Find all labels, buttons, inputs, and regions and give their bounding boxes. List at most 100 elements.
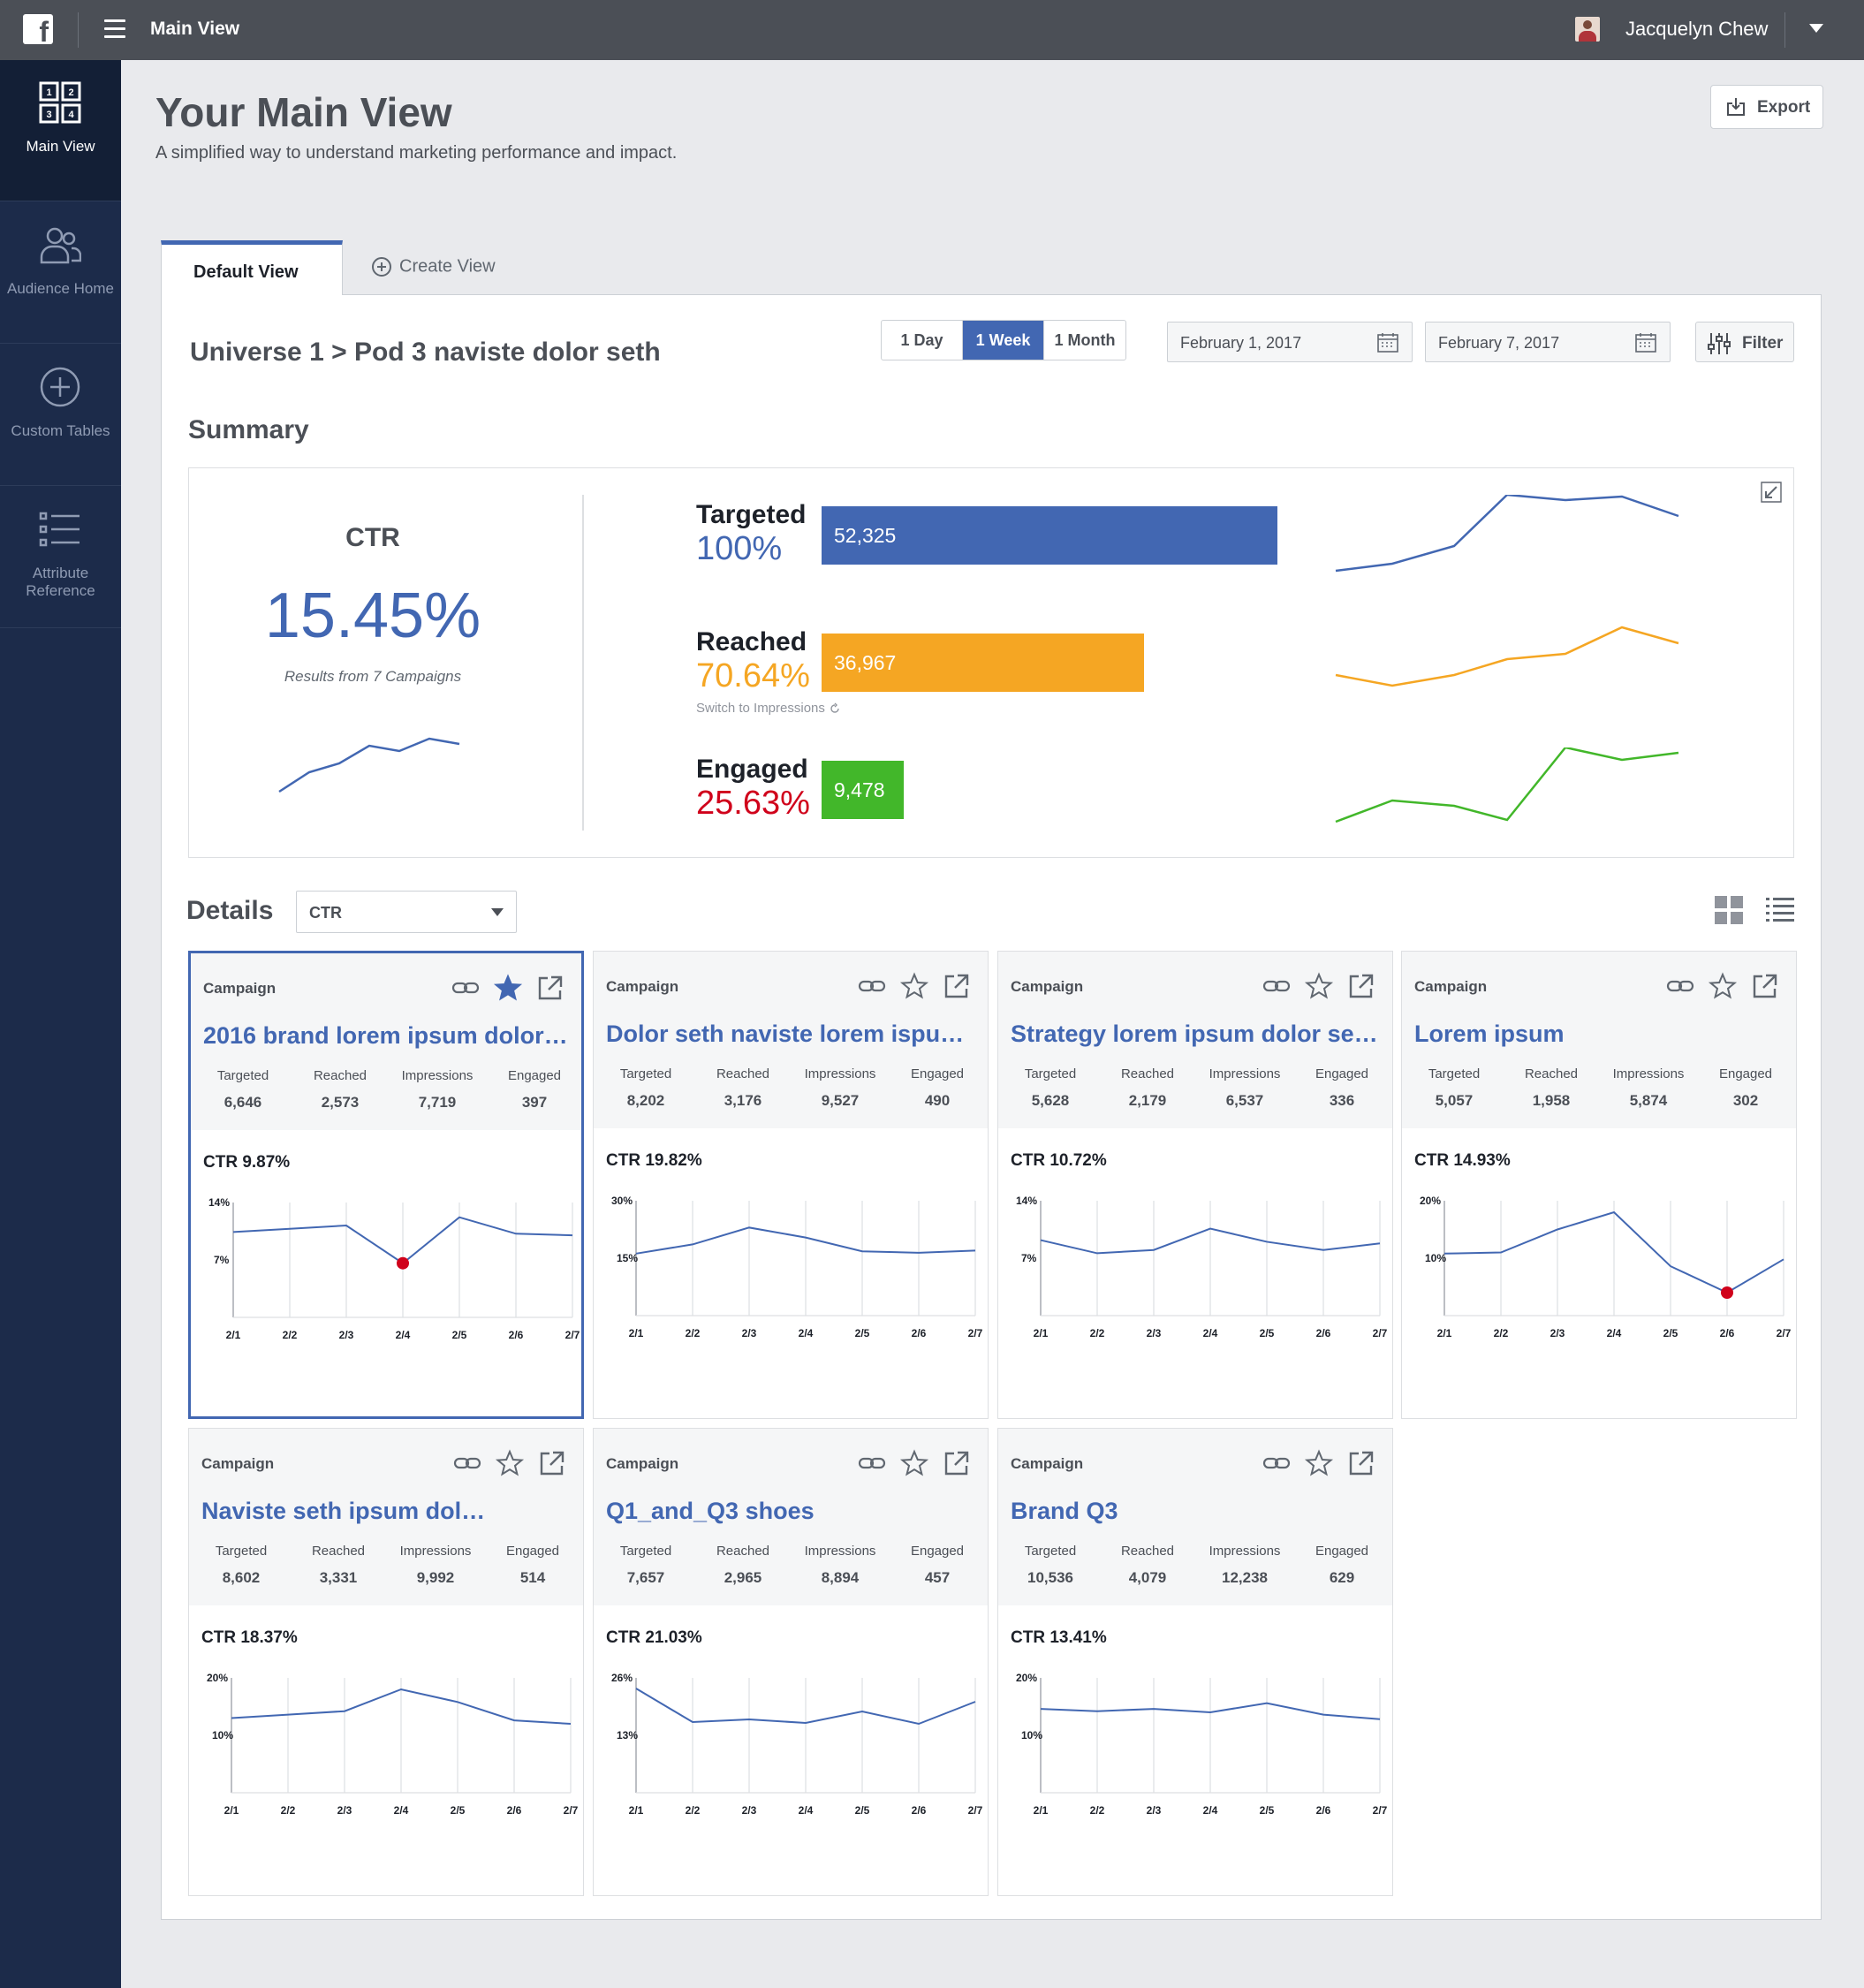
star-icon[interactable] (1304, 971, 1334, 1001)
user-menu-caret-icon[interactable] (1809, 24, 1823, 33)
campaign-card[interactable]: Campaign Dolor seth naviste lorem ispu… (593, 951, 989, 1419)
campaign-title[interactable]: Lorem ipsum (1414, 1021, 1785, 1048)
x-tick-label: 2/6 (1316, 1804, 1331, 1817)
y-tick-label: 26% (611, 1672, 633, 1684)
campaign-stat-impressions: Impressions 6,537 (1196, 1066, 1293, 1110)
campaign-title[interactable]: Brand Q3 (1011, 1498, 1382, 1525)
switch-to-impressions-link[interactable]: Switch to Impressions (696, 701, 841, 716)
x-tick-label: 2/7 (968, 1327, 983, 1339)
campaign-ctr: CTR 9.87% (203, 1153, 291, 1172)
campaign-title[interactable]: Dolor seth naviste lorem ispu… (606, 1021, 977, 1048)
star-filled-icon[interactable] (493, 973, 523, 1003)
open-external-icon[interactable] (535, 973, 565, 1003)
list-view-icon[interactable] (1766, 896, 1794, 924)
campaign-title[interactable]: 2016 brand lorem ipsum dolor… (203, 1022, 574, 1050)
campaign-card[interactable]: Campaign Lorem ipsum Targeted 5,057 Reac… (1401, 951, 1797, 1419)
link-icon[interactable] (1262, 971, 1292, 1001)
x-tick-label: 2/1 (224, 1804, 239, 1817)
x-tick-label: 2/7 (1373, 1327, 1388, 1339)
stat-value: 6,537 (1225, 1092, 1264, 1109)
calendar-icon[interactable] (1634, 331, 1657, 354)
metric-select[interactable]: CTR (296, 891, 517, 933)
user-name[interactable]: Jacquelyn Chew (1625, 18, 1768, 41)
link-icon[interactable] (1262, 1448, 1292, 1478)
topbar-divider (78, 12, 79, 48)
stat-value: 302 (1732, 1092, 1759, 1109)
star-icon[interactable] (1304, 1448, 1334, 1478)
range-1-week[interactable]: 1 Week (963, 321, 1044, 360)
x-tick-label: 2/4 (1203, 1327, 1218, 1339)
campaign-title[interactable]: Naviste seth ipsum dol… (201, 1498, 572, 1525)
page-subtitle: A simplified way to understand marketing… (155, 143, 678, 163)
x-tick-label: 2/1 (629, 1804, 644, 1817)
grid-view-icon[interactable] (1715, 896, 1743, 924)
star-icon[interactable] (899, 971, 929, 1001)
campaign-stat-engaged: Engaged 514 (484, 1544, 581, 1587)
export-button[interactable]: Export (1710, 85, 1823, 129)
x-tick-label: 2/7 (1373, 1804, 1388, 1817)
campaign-card[interactable]: Campaign Strategy lorem ipsum dolor se… (997, 951, 1393, 1419)
x-tick-label: 2/6 (507, 1804, 522, 1817)
campaign-card[interactable]: Campaign Q1_and_Q3 shoes Targeted 7,657 … (593, 1428, 989, 1896)
tab-create-view[interactable]: Create View (371, 256, 496, 277)
open-external-icon[interactable] (1346, 1448, 1376, 1478)
end-date-field[interactable]: February 7, 2017 (1425, 322, 1671, 362)
link-icon[interactable] (452, 1448, 482, 1478)
range-1-month[interactable]: 1 Month (1044, 321, 1125, 360)
avatar[interactable] (1575, 17, 1600, 42)
open-external-icon[interactable] (1750, 971, 1780, 1001)
start-date-field[interactable]: February 1, 2017 (1167, 322, 1413, 362)
star-icon[interactable] (899, 1448, 929, 1478)
x-tick-label: 2/4 (1607, 1327, 1622, 1339)
svg-text:1: 1 (46, 87, 51, 98)
campaign-card[interactable]: Campaign 2016 brand lorem ipsum dolor… T… (188, 951, 584, 1419)
stat-label: Reached (716, 1544, 770, 1559)
metric-reached-percent: 70.64% (696, 657, 810, 694)
stat-value: 397 (521, 1094, 548, 1111)
open-external-icon[interactable] (1346, 971, 1376, 1001)
campaign-card[interactable]: Campaign Naviste seth ipsum dol… Targete… (188, 1428, 584, 1896)
open-external-icon[interactable] (942, 971, 972, 1001)
stat-label: Impressions (399, 1544, 472, 1559)
link-icon[interactable] (1665, 971, 1695, 1001)
export-label: Export (1757, 98, 1811, 117)
range-1-day[interactable]: 1 Day (882, 321, 963, 360)
sidebar-item-custom-tables[interactable]: Custom Tables (0, 345, 121, 486)
campaign-stat-reached: Reached 3,176 (694, 1066, 792, 1110)
sidebar-item-label: Attribute Reference (26, 565, 95, 599)
x-tick-label: 2/6 (509, 1329, 524, 1341)
sidebar-item-label: Main View (26, 138, 95, 155)
stat-label: Targeted (1024, 1544, 1077, 1559)
star-icon[interactable] (1708, 971, 1738, 1001)
y-tick-label: 7% (214, 1254, 230, 1266)
campaign-caption: Campaign (606, 1455, 679, 1472)
tab-default-view[interactable]: Default View (161, 240, 343, 295)
link-icon[interactable] (857, 1448, 887, 1478)
expand-icon[interactable] (1760, 481, 1783, 504)
sidebar-item-audience-home[interactable]: Audience Home (0, 202, 121, 344)
stat-label: Impressions (1209, 1544, 1281, 1559)
campaign-card[interactable]: Campaign Brand Q3 Targeted 10,536 Reache… (997, 1428, 1393, 1896)
campaign-title[interactable]: Strategy lorem ipsum dolor se… (1011, 1021, 1382, 1048)
x-tick-label: 2/4 (799, 1327, 814, 1339)
campaign-caption: Campaign (1011, 1455, 1084, 1472)
calendar-icon[interactable] (1376, 331, 1399, 354)
campaign-stats: Targeted 8,602 Reached 3,331 Impressions… (193, 1544, 581, 1587)
filter-button[interactable]: Filter (1695, 322, 1794, 362)
campaign-stat-impressions: Impressions 8,894 (792, 1544, 889, 1587)
link-icon[interactable] (857, 971, 887, 1001)
star-icon[interactable] (495, 1448, 525, 1478)
facebook-logo-icon[interactable]: f (23, 14, 53, 44)
x-tick-label: 2/5 (1260, 1327, 1275, 1339)
open-external-icon[interactable] (942, 1448, 972, 1478)
campaign-title[interactable]: Q1_and_Q3 shoes (606, 1498, 977, 1525)
metric-targeted-label: Targeted (696, 500, 807, 529)
sidebar: 1 2 3 4 Main View Audience Home Custom Tabl… (0, 60, 121, 1988)
campaign-stat-engaged: Engaged 457 (889, 1544, 986, 1587)
sidebar-item-attribute-reference[interactable]: Attribute Reference (0, 487, 121, 628)
hamburger-menu-icon[interactable] (104, 19, 125, 39)
open-external-icon[interactable] (537, 1448, 567, 1478)
y-tick-label: 14% (208, 1196, 230, 1209)
sidebar-item-main-view[interactable]: 1 2 3 4 Main View (0, 60, 121, 201)
link-icon[interactable] (451, 973, 481, 1003)
